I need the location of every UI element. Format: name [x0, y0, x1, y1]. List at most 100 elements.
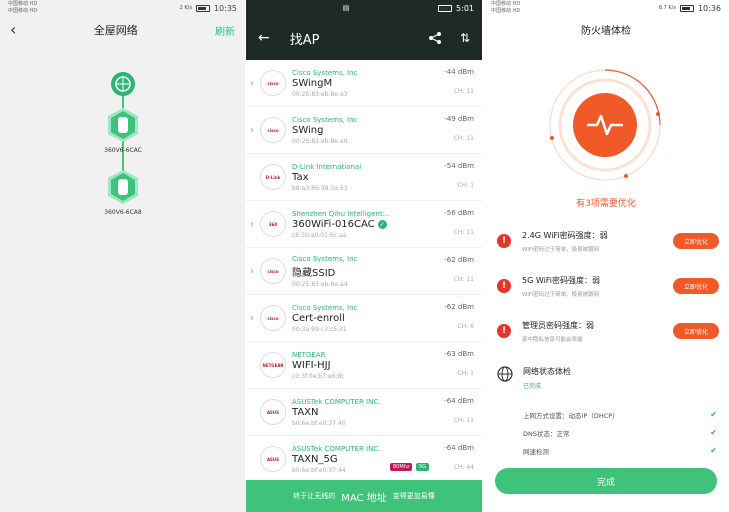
back-arrow-icon[interactable]: ← — [258, 30, 270, 46]
status-bar: 中国移动 HD 中国移动 HD 2 K/s 10:35 — [0, 0, 245, 16]
banner-mac: MAC 地址 — [341, 492, 387, 504]
check-title: 5G WiFi密码强度：弱 — [522, 275, 601, 285]
signal-strength: -63 dBm — [444, 350, 474, 358]
channel: CH: 1 — [457, 182, 474, 189]
vendor-logo-icon: D-Link — [260, 164, 286, 190]
vendor-logo-icon: NETGEAR — [260, 352, 286, 378]
clock: 10:35 — [213, 3, 237, 13]
notification-icon: ▤ — [342, 4, 350, 12]
router-icon[interactable] — [108, 108, 138, 142]
ap-scanner-panel: ▤ 5:01 ← 找AP ⇅ › cisco Cisco Systems, Inc S… — [246, 0, 482, 512]
signal-strength: -49 dBm — [444, 115, 474, 123]
ap-list-item[interactable]: › cisco Cisco Systems, Inc SWing 00:25:83:eb… — [246, 107, 482, 154]
ap-list-item[interactable]: › cisco Cisco Systems, Inc 隐藏SSID 00:25:83:e… — [246, 248, 482, 295]
optimize-button[interactable]: 立即优化 — [673, 233, 719, 249]
ap-list-item[interactable]: ASUS ASUSTek COMPUTER INC. TAXN b0:6e:bf:e0… — [246, 389, 482, 436]
connected-check-icon: ✓ — [377, 219, 387, 229]
chevron-right-icon: › — [250, 265, 254, 277]
chevron-right-icon: › — [250, 124, 254, 136]
vendor-logo-icon: ASUS — [260, 446, 286, 472]
clock: 5:01 — [456, 3, 474, 13]
done-button[interactable]: 完成 — [495, 468, 717, 494]
battery-icon — [438, 4, 453, 12]
banner-text: 终于让无线的 — [293, 492, 336, 500]
check-subtitle: WiFi密码过于简单，极易被蹭网 — [522, 291, 600, 298]
signal-strength: -44 dBm — [444, 68, 474, 76]
ap-list-item[interactable]: › cisco Cisco Systems, Inc Cert-enroll 00:3a… — [246, 295, 482, 342]
signal-strength: -62 dBm — [444, 303, 474, 311]
router-label: 360V6-6CA8 — [104, 209, 142, 216]
section-status: 已完成 — [523, 383, 542, 390]
carrier-label: 中国移动 HD — [8, 1, 38, 7]
check-title: 2.4G WiFi密码强度：弱 — [522, 230, 608, 240]
firewall-radar — [549, 69, 661, 181]
channel: CH: 1 — [457, 370, 474, 377]
warning-text: 有3项需要优化 — [576, 199, 636, 209]
ap-list-item[interactable]: ASUS ASUSTek COMPUTER INC. TAXN_5G b0:6e:bf… — [246, 436, 482, 483]
channel: CH: 11 — [453, 417, 474, 424]
channel: CH: 11 — [453, 88, 474, 95]
signal-strength: -64 dBm — [444, 444, 474, 452]
check-icon: ✔ — [710, 410, 717, 419]
chevron-right-icon: › — [250, 77, 254, 89]
page-title: 防火墙体检 — [581, 25, 631, 37]
chevron-right-icon: › — [250, 312, 254, 324]
status-bar: 中国移动 HD 中国移动 HD 8.7 K/s 10:36 — [483, 0, 729, 16]
optimize-button[interactable]: 立即优化 — [673, 278, 719, 294]
ap-list-item[interactable]: NETGEAR NETGEAR WIFI-HJJ c0:3f:0e:b7:e6:8c -… — [246, 342, 482, 389]
signal-strength: -54 dBm — [444, 162, 474, 170]
vendor-logo-icon: cisco — [260, 70, 286, 96]
vendor-logo-icon: ASUS — [260, 399, 286, 425]
back-icon[interactable]: ‹ — [10, 22, 16, 38]
check-icon: ✔ — [710, 446, 717, 455]
signal-strength: -64 dBm — [444, 397, 474, 405]
sub-check-row: 网速检测 ✔ — [523, 446, 717, 456]
firewall-check-panel: 中国移动 HD 中国移动 HD 8.7 K/s 10:36 防火墙体检 有3项需… — [483, 0, 729, 512]
status-bar: ▤ 5:01 — [246, 0, 482, 16]
band-tag: 5G — [416, 463, 430, 471]
check-subtitle: 家中隐私信息可能会泄露 — [522, 336, 583, 343]
vendor-logo-icon: 360 — [260, 211, 286, 237]
check-title: 管理员密码强度：弱 — [522, 320, 594, 330]
vendor-logo-icon: cisco — [260, 117, 286, 143]
router-icon[interactable] — [108, 170, 138, 204]
globe-icon[interactable] — [111, 72, 135, 96]
ap-list-item[interactable]: › 360 Shenzhen Qihu Intelligent... 360WiFi-… — [246, 201, 482, 248]
channel: CH: 11 — [453, 135, 474, 142]
ap-list-item[interactable]: D-Link D-Link International Tax b8:a3:86:38… — [246, 154, 482, 201]
alert-icon: ! — [497, 279, 511, 293]
router-label: 360V6-6CAC — [104, 147, 142, 154]
check-icon: ✔ — [710, 428, 717, 437]
check-item: ! 管理员密码强度：弱 家中隐私信息可能会泄露 立即优化 — [497, 312, 719, 350]
header: ‹ 全屋网络 刷新 — [0, 16, 245, 44]
mac-banner[interactable]: 终于让无线的 MAC 地址 变得更加易懂 — [246, 480, 482, 512]
battery-icon — [679, 4, 694, 12]
vendor-logo-icon: cisco — [260, 305, 286, 331]
banner-text: 变得更加易懂 — [392, 492, 435, 500]
share-icon[interactable] — [428, 31, 442, 45]
sub-check-row: 上网方式设置：动态IP（DHCP） ✔ — [523, 410, 717, 420]
network-topology-panel: 中国移动 HD 中国移动 HD 2 K/s 10:35 ‹ 全屋网络 刷新 36… — [0, 0, 245, 512]
channel: CH: 11 — [453, 276, 474, 283]
carrier-label: 中国移动 HD — [8, 8, 38, 14]
battery-icon — [195, 4, 210, 12]
carrier-label: 中国移动 HD — [491, 1, 521, 7]
check-item: ! 2.4G WiFi密码强度：弱 WiFi密码过于简单，极易被蹭网 立即优化 — [497, 222, 719, 260]
sub-check-label: 网速检测 — [523, 448, 549, 456]
check-item: ! 5G WiFi密码强度：弱 WiFi密码过于简单，极易被蹭网 立即优化 — [497, 267, 719, 305]
sub-check-label: 上网方式设置：动态IP（DHCP） — [523, 412, 619, 420]
channel: CH: 11 — [453, 229, 474, 236]
optimize-button[interactable]: 立即优化 — [673, 323, 719, 339]
vendor-logo-icon: cisco — [260, 258, 286, 284]
globe-icon — [497, 366, 513, 382]
page-title: 全屋网络 — [93, 24, 138, 37]
chevron-right-icon: › — [250, 218, 254, 230]
channel: CH: 44 — [453, 464, 474, 471]
signal-strength: -56 dBm — [444, 209, 474, 217]
alert-icon: ! — [497, 324, 511, 338]
sort-icon[interactable]: ⇅ — [460, 31, 470, 45]
section-title: 网络状态体检 — [523, 367, 571, 376]
speed-label: 2 K/s — [179, 5, 192, 11]
ap-list-item[interactable]: › cisco Cisco Systems, Inc SWingM 00:25:83:e… — [246, 60, 482, 107]
refresh-button[interactable]: 刷新 — [215, 23, 235, 38]
